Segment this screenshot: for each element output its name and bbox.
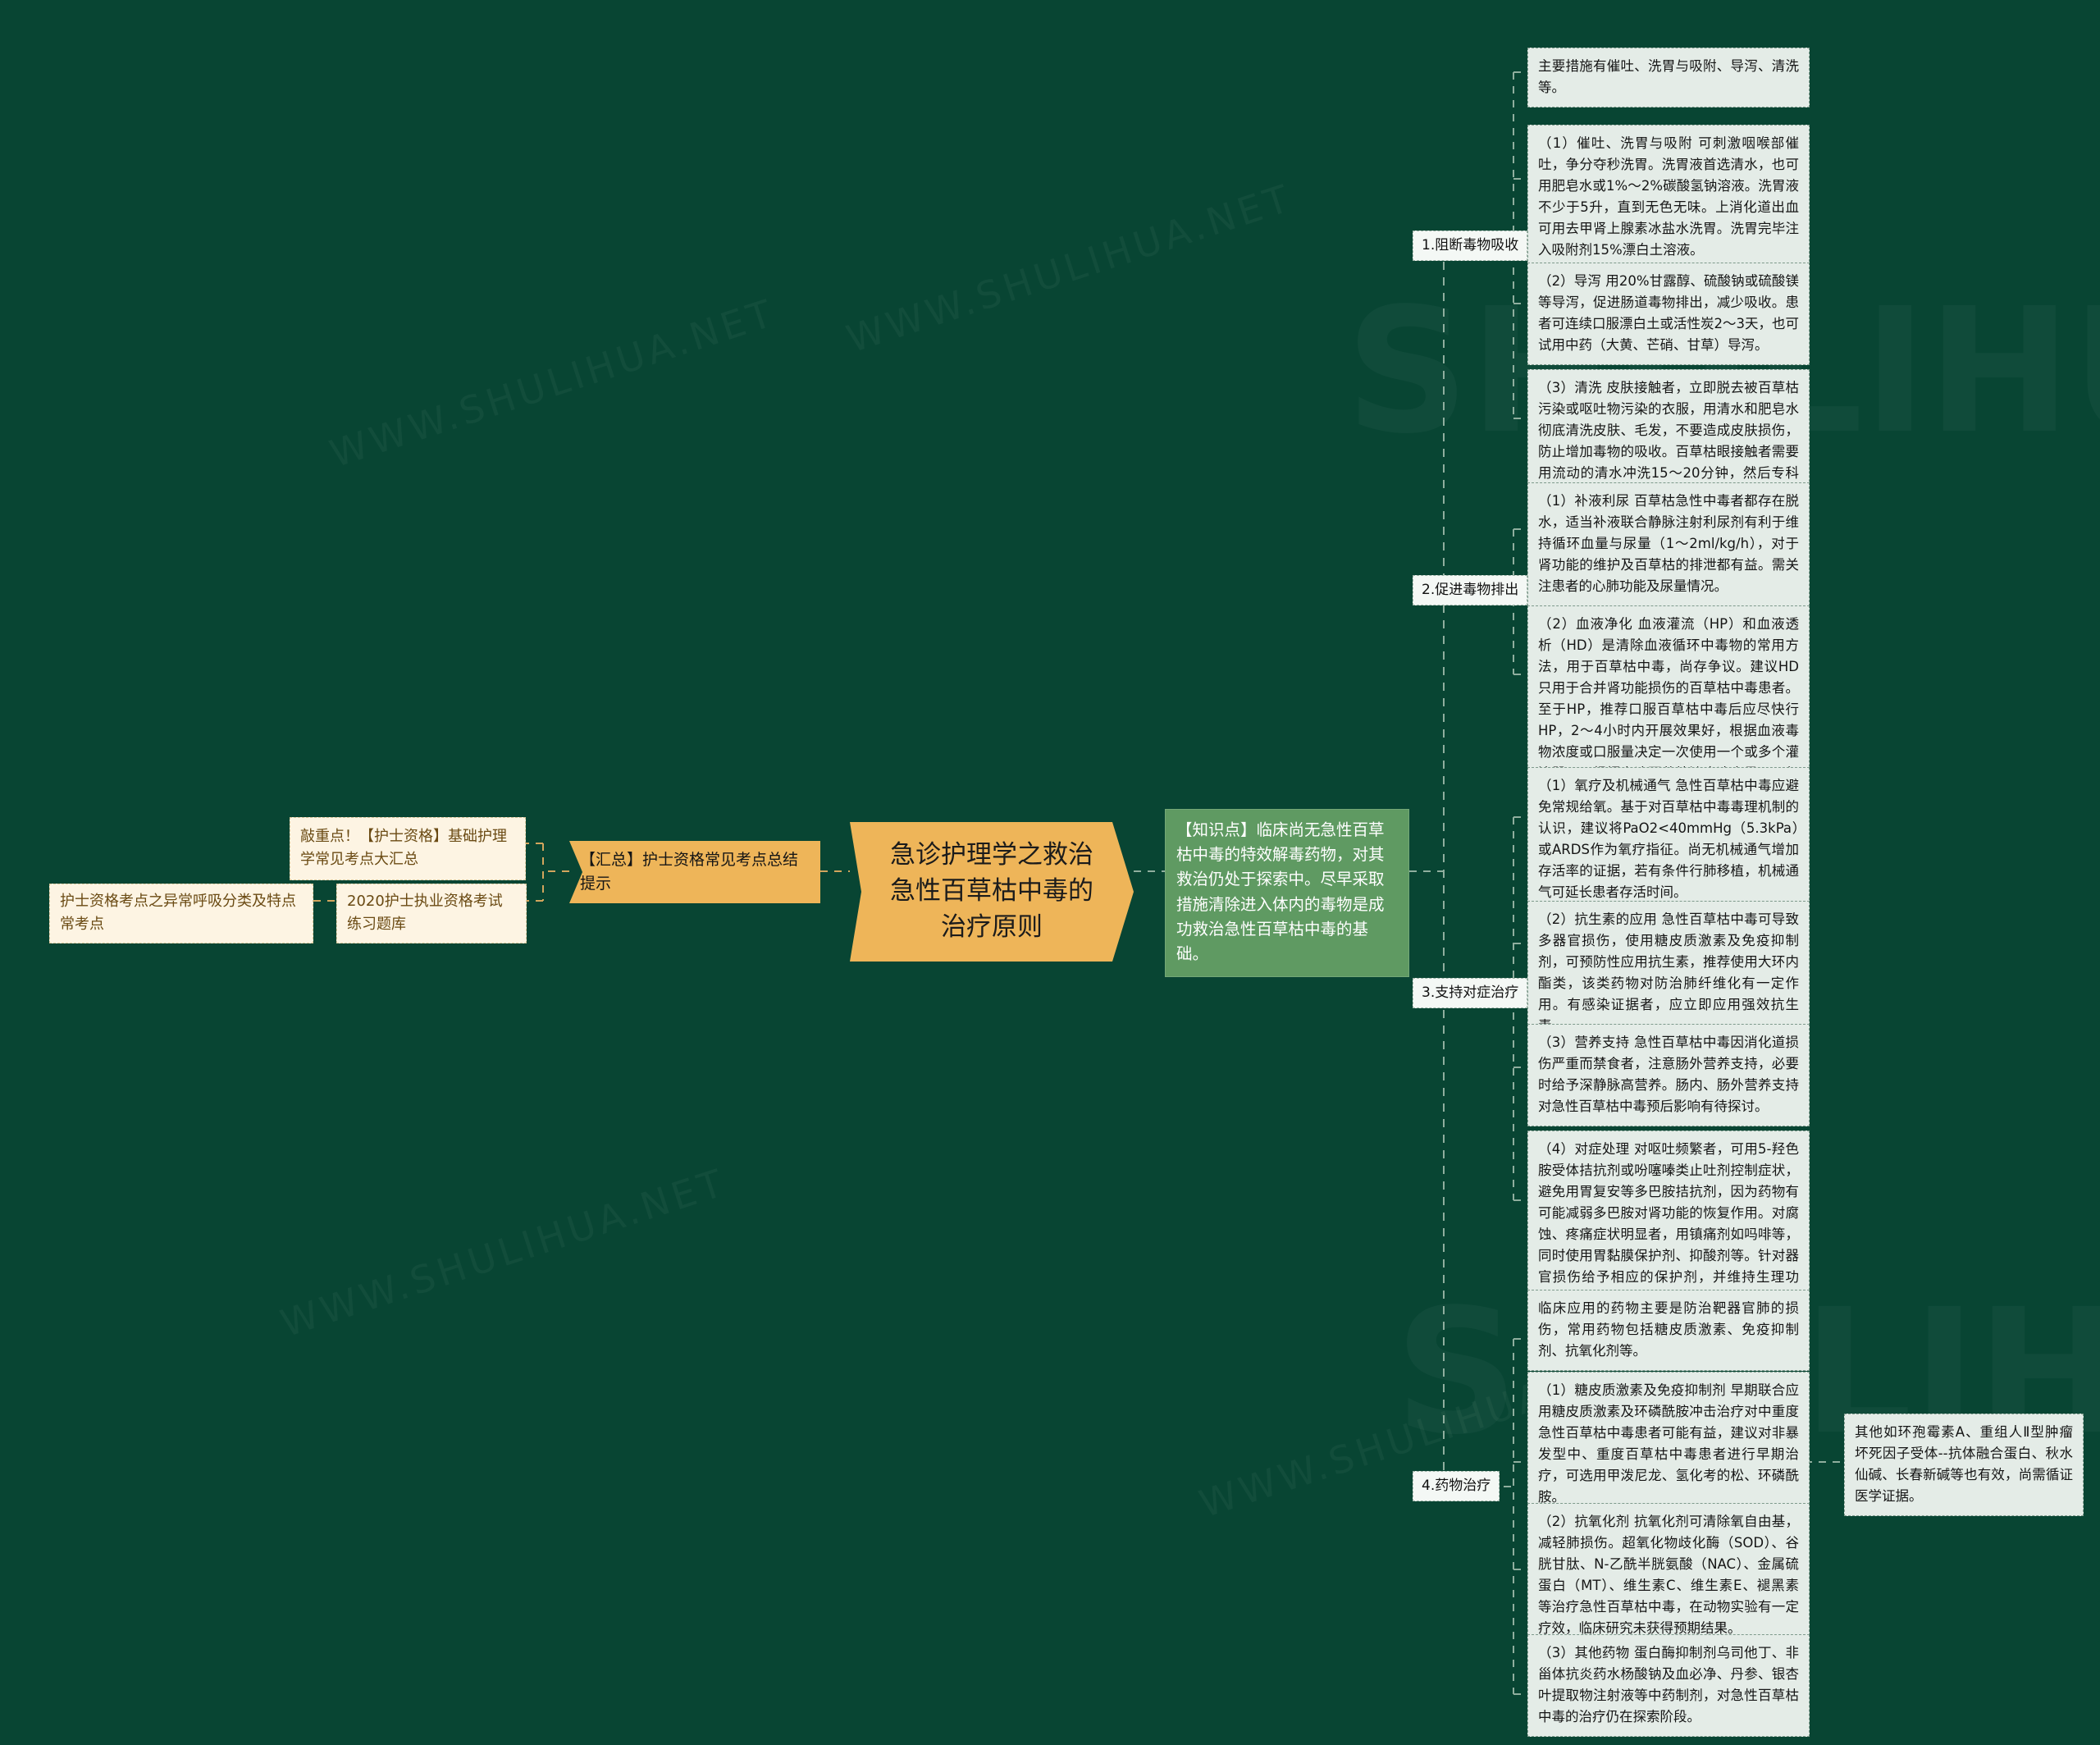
branch-label-2[interactable]: 2.促进毒物排出 xyxy=(1413,575,1528,606)
left-node-question-bank[interactable]: 2020护士执业资格考试练习题库 xyxy=(336,884,527,943)
left-node-hotspot[interactable]: 敲重点！【护士资格】基础护理学常见考点大汇总 xyxy=(290,817,526,880)
branch-4-node-2[interactable]: （1）糖皮质激素及免疫抑制剂 早期联合应用糖皮质激素及环磷酰胺冲击治疗对中重度急… xyxy=(1527,1372,1810,1518)
branch-3-node-4-text: （4）对症处理 对呕吐频繁者，可用5-羟色胺受体拮抗剂或吩噻嗪类止吐剂控制症状，… xyxy=(1538,1141,1799,1306)
branch-4-node-1-text: 临床应用的药物主要是防治靶器官肺的损伤，常用药物包括糖皮质激素、免疫抑制剂、抗氧… xyxy=(1538,1300,1799,1359)
leaf-note-node[interactable]: 其他如环孢霉素A、重组人Ⅱ型肿瘤坏死因子受体--抗体融合蛋白、秋水仙碱、长春新碱… xyxy=(1844,1414,2084,1517)
branch-label-4-text: 4.药物治疗 xyxy=(1422,1478,1491,1494)
branch-1-node-2[interactable]: （1）催吐、洗胃与吸附 可刺激咽喉部催吐，争分夺秒洗胃。洗胃液首选清水，也可用肥… xyxy=(1527,125,1810,271)
branch-1-node-3[interactable]: （2）导泻 用20%甘露醇、硫酸钠或硫酸镁等导泻，促进肠道毒物排出，减少吸收。患… xyxy=(1527,263,1810,366)
branch-1-node-1-text: 主要措施有催吐、洗胃与吸附、导泻、清洗等。 xyxy=(1538,58,1799,96)
branch-label-3-text: 3.支持对症治疗 xyxy=(1422,984,1519,1001)
branch-label-4[interactable]: 4.药物治疗 xyxy=(1413,1471,1500,1502)
branch-label-3[interactable]: 3.支持对症治疗 xyxy=(1413,978,1528,1009)
knowledge-point-text: 【知识点】临床尚无急性百草枯中毒的特效解毒药物，对其救治仍处于探索中。尽早采取措… xyxy=(1176,820,1385,964)
branch-4-node-4-text: （3）其他药物 蛋白酶抑制剂乌司他丁、非甾体抗炎药水杨酸钠及血必净、丹参、银杏叶… xyxy=(1538,1645,1799,1725)
branch-4-node-2-text: （1）糖皮质激素及免疫抑制剂 早期联合应用糖皮质激素及环磷酰胺冲击治疗对中重度急… xyxy=(1538,1382,1799,1505)
branch-3-node-3[interactable]: （3）营养支持 急性百草枯中毒因消化道损伤严重而禁食者，注意肠外营养支持，必要时… xyxy=(1527,1024,1810,1127)
branch-1-node-1[interactable]: 主要措施有催吐、洗胃与吸附、导泻、清洗等。 xyxy=(1527,48,1810,108)
branch-2-node-1-text: （1）补液利尿 百草枯急性中毒者都存在脱水，适当补液联合静脉注射利尿剂有利于维持… xyxy=(1538,493,1799,595)
branch-3-node-1[interactable]: （1）氧疗及机械通气 急性百草枯中毒应避免常规给氧。基于对百草枯中毒毒理机制的认… xyxy=(1527,767,1810,913)
branch-3-node-2-text: （2）抗生素的应用 急性百草枯中毒可导致多器官损伤，使用糖皮质激素及免疫抑制剂，… xyxy=(1538,911,1799,1034)
left-node-hotspot-label: 敲重点！【护士资格】基础护理学常见考点大汇总 xyxy=(300,828,507,868)
branch-3-node-1-text: （1）氧疗及机械通气 急性百草枯中毒应避免常规给氧。基于对百草枯中毒毒理机制的认… xyxy=(1538,778,1799,901)
branch-1-node-3-text: （2）导泻 用20%甘露醇、硫酸钠或硫酸镁等导泻，促进肠道毒物排出，减少吸收。患… xyxy=(1538,273,1799,354)
leaf-note-text: 其他如环孢霉素A、重组人Ⅱ型肿瘤坏死因子受体--抗体融合蛋白、秋水仙碱、长春新碱… xyxy=(1855,1424,2073,1505)
watermark-text: WWW.SHULIHUA.NET xyxy=(276,1160,732,1346)
watermark-text: WWW.SHULIHUA.NET xyxy=(325,290,781,477)
branch-4-node-1[interactable]: 临床应用的药物主要是防治靶器官肺的损伤，常用药物包括糖皮质激素、免疫抑制剂、抗氧… xyxy=(1527,1290,1810,1372)
branch-2-node-1[interactable]: （1）补液利尿 百草枯急性中毒者都存在脱水，适当补液联合静脉注射利尿剂有利于维持… xyxy=(1527,482,1810,607)
central-topic[interactable]: 急诊护理学之救治急性百草枯中毒的治疗原则 xyxy=(850,822,1134,962)
left-node-question-bank-label: 2020护士执业资格考试练习题库 xyxy=(347,893,503,933)
branch-4-node-4[interactable]: （3）其他药物 蛋白酶抑制剂乌司他丁、非甾体抗炎药水杨酸钠及血必净、丹参、银杏叶… xyxy=(1527,1634,1810,1738)
left-node-summary-label: 【汇总】护士资格常见考点总结提示 xyxy=(580,851,799,893)
left-node-abnormal-breath[interactable]: 护士资格考点之异常呼吸分类及特点常考点 xyxy=(49,884,313,943)
watermark-text: WWW.SHULIHUA.NET xyxy=(842,176,1298,362)
left-node-summary[interactable]: 【汇总】护士资格常见考点总结提示 xyxy=(569,841,820,903)
branch-label-1[interactable]: 1.阻断毒物吸收 xyxy=(1413,231,1528,262)
branch-4-node-3-text: （2）抗氧化剂 抗氧化剂可清除氧自由基，减轻肺损伤。超氧化物歧化酶（SOD）、谷… xyxy=(1538,1514,1799,1637)
branch-1-node-2-text: （1）催吐、洗胃与吸附 可刺激咽喉部催吐，争分夺秒洗胃。洗胃液首选清水，也可用肥… xyxy=(1538,135,1799,258)
branch-3-node-3-text: （3）营养支持 急性百草枯中毒因消化道损伤严重而禁食者，注意肠外营养支持，必要时… xyxy=(1538,1035,1799,1115)
branch-4-node-3[interactable]: （2）抗氧化剂 抗氧化剂可清除氧自由基，减轻肺损伤。超氧化物歧化酶（SOD）、谷… xyxy=(1527,1503,1810,1649)
central-topic-label: 急诊护理学之救治急性百草枯中毒的治疗原则 xyxy=(890,840,1093,943)
branch-label-2-text: 2.促进毒物排出 xyxy=(1422,582,1519,598)
left-node-abnormal-breath-label: 护士资格考点之异常呼吸分类及特点常考点 xyxy=(60,893,296,933)
knowledge-point-node[interactable]: 【知识点】临床尚无急性百草枯中毒的特效解毒药物，对其救治仍处于探索中。尽早采取措… xyxy=(1165,809,1409,978)
branch-label-1-text: 1.阻断毒物吸收 xyxy=(1422,237,1519,254)
